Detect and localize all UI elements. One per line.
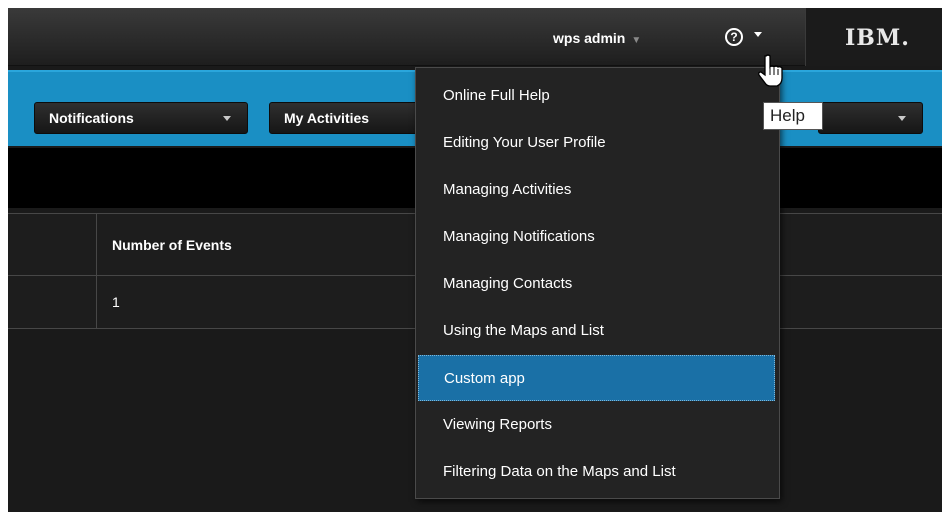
- toolbar-dropdown[interactable]: [818, 102, 923, 134]
- events-count-cell: 1: [112, 294, 120, 310]
- my-activities-label: My Activities: [284, 110, 370, 126]
- menu-item-managing-activities[interactable]: Managing Activities: [418, 167, 775, 213]
- menu-item-custom-app[interactable]: Custom app: [418, 355, 775, 401]
- chevron-down-icon: [223, 116, 231, 121]
- user-menu[interactable]: wps admin ▼: [553, 30, 641, 46]
- chevron-down-icon: ▼: [631, 35, 642, 46]
- menu-item-managing-contacts[interactable]: Managing Contacts: [418, 261, 775, 307]
- app-window: wps admin ▼ ? IBM. Notifications My Activ…: [8, 8, 942, 512]
- menu-item-online-full-help[interactable]: Online Full Help: [418, 73, 775, 119]
- menu-item-viewing-reports[interactable]: Viewing Reports: [418, 402, 775, 448]
- top-banner: wps admin ▼ ? IBM.: [8, 8, 942, 66]
- help-tooltip: Help: [763, 102, 823, 130]
- menu-item-using-maps-and-list[interactable]: Using the Maps and List: [418, 308, 775, 354]
- help-dropdown-menu: Online Full Help Editing Your User Profi…: [415, 67, 780, 499]
- ibm-logo: IBM.: [845, 25, 910, 51]
- help-menu-button[interactable]: ?: [725, 26, 771, 50]
- notifications-label: Notifications: [49, 110, 134, 126]
- hand-cursor-icon: [758, 54, 783, 87]
- my-activities-dropdown[interactable]: My Activities: [269, 102, 419, 134]
- column-header-number-of-events[interactable]: Number of Events: [112, 237, 232, 253]
- notifications-dropdown[interactable]: Notifications: [34, 102, 248, 134]
- menu-item-managing-notifications[interactable]: Managing Notifications: [418, 214, 775, 260]
- column-divider: [96, 276, 97, 328]
- chevron-down-icon: [754, 32, 762, 37]
- column-divider: [96, 214, 97, 275]
- menu-item-editing-user-profile[interactable]: Editing Your User Profile: [418, 120, 775, 166]
- help-icon: ?: [725, 28, 743, 46]
- menu-item-filtering-data[interactable]: Filtering Data on the Maps and List: [418, 449, 775, 495]
- chevron-down-icon: [898, 116, 906, 121]
- user-name: wps admin: [553, 30, 626, 46]
